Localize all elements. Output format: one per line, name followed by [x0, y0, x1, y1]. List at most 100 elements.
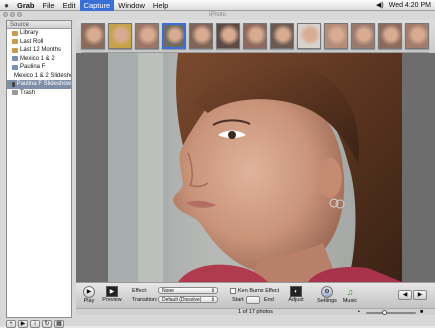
filmstrip-thumbnail[interactable]: [297, 23, 321, 49]
source-item[interactable]: Last 12 Months: [7, 46, 71, 55]
source-item-label: Mexico 1 & 2: [20, 55, 55, 62]
effect-label: Effect:: [132, 288, 148, 294]
music-control[interactable]: ♫ Music: [342, 286, 358, 304]
zoom-slider[interactable]: [366, 310, 416, 315]
zoom-knob[interactable]: [381, 310, 387, 315]
preview-control[interactable]: ▶ Preview: [102, 286, 122, 303]
source-list: Source Library Last Roll Last 12 Months Mex…: [6, 20, 72, 318]
menu-window[interactable]: Window: [114, 0, 149, 11]
previous-arrow-icon[interactable]: ◀: [398, 290, 412, 300]
small-photo-icon: ▪: [358, 309, 360, 315]
transition-label: Transition:: [132, 297, 158, 303]
filmstrip-thumbnail[interactable]: [216, 23, 240, 49]
source-item[interactable]: Library: [7, 29, 71, 38]
close-button[interactable]: [3, 12, 8, 17]
source-item[interactable]: Mexico 1 & 2 Slideshow: [7, 72, 71, 81]
ken-burns-label: Ken Burns Effect: [238, 288, 280, 294]
filmstrip-thumbnail[interactable]: [135, 23, 159, 49]
calendar-button[interactable]: ▦: [54, 320, 64, 328]
menu-bar: ● Grab File Edit Capture Window Help ◀) …: [0, 0, 435, 11]
album-icon: [12, 56, 18, 62]
adjust-icon[interactable]: ◐: [290, 286, 302, 297]
source-item[interactable]: Last Roll: [7, 38, 71, 47]
stage-right: [402, 53, 435, 282]
info-button[interactable]: i: [30, 320, 40, 328]
source-item[interactable]: Trash: [7, 89, 71, 98]
next-arrow-icon[interactable]: ▶: [413, 290, 427, 300]
large-photo-icon: ■: [420, 309, 424, 315]
filmstrip-thumbnail[interactable]: [243, 23, 267, 49]
play-label: Play: [83, 298, 95, 304]
adjust-control[interactable]: ◐ Adjust: [288, 286, 304, 303]
filmstrip-thumbnail[interactable]: [162, 23, 186, 49]
start-end-toggle[interactable]: [246, 296, 260, 304]
menu-help[interactable]: Help: [149, 0, 172, 11]
status-bar: 1 of 17 photos ▪ ■: [76, 308, 435, 315]
source-item-label: Mexico 1 & 2 Slideshow: [14, 72, 71, 79]
menubar-clock[interactable]: Wed 4:20 PM: [389, 2, 431, 9]
ken-burns-checkbox[interactable]: [230, 288, 236, 294]
trash-icon: [12, 90, 18, 96]
play-slideshow-button[interactable]: ▶: [18, 320, 28, 328]
settings-control[interactable]: ⚙ Settings: [316, 286, 338, 304]
filmstrip-thumbnail[interactable]: [108, 23, 132, 49]
menu-edit[interactable]: Edit: [59, 0, 80, 11]
source-item[interactable]: Paulina F: [7, 63, 71, 72]
zoom-button[interactable]: [17, 12, 22, 17]
filmstrip-thumbnail[interactable]: [378, 23, 402, 49]
filmstrip-thumbnail[interactable]: [324, 23, 348, 49]
roll-icon: [12, 39, 18, 45]
end-label: End: [264, 297, 274, 303]
apple-icon[interactable]: ●: [0, 1, 13, 10]
start-label: Start: [232, 297, 244, 303]
stage-left: [76, 53, 108, 282]
window-title-bar: iPhoto: [0, 11, 435, 19]
source-item-label: Last 12 Months: [20, 47, 62, 53]
rotate-button[interactable]: ↻: [42, 320, 52, 328]
chevron-down-icon: ⇕: [210, 297, 215, 303]
gear-icon[interactable]: ⚙: [321, 286, 333, 298]
music-note-icon[interactable]: ♫: [344, 286, 356, 298]
filmstrip-thumbnail[interactable]: [405, 23, 429, 49]
adjust-label: Adjust: [288, 297, 304, 303]
source-item-label: Trash: [20, 89, 36, 96]
settings-label: Settings: [317, 298, 337, 304]
source-item[interactable]: Mexico 1 & 2: [7, 55, 71, 64]
source-list-header: Source: [7, 21, 71, 29]
main-photo[interactable]: [108, 53, 402, 282]
window-title: iPhoto: [208, 12, 226, 18]
filmstrip-thumbnail[interactable]: [270, 23, 294, 49]
source-item[interactable]: Paulina F Slideshow: [7, 80, 71, 89]
navigation-arrows: ◀ ▶: [398, 290, 427, 300]
preview-icon[interactable]: ▶: [106, 286, 118, 297]
preview-label: Preview: [102, 297, 122, 303]
slideshow-controls: ▶ Play ▶ Preview Effect: None ⇕ Transiti…: [76, 282, 435, 308]
menu-app[interactable]: Grab: [13, 0, 39, 11]
play-icon[interactable]: ▶: [83, 286, 95, 298]
window-controls[interactable]: [3, 12, 22, 17]
menu-file[interactable]: File: [39, 0, 59, 11]
transition-select[interactable]: Default (Dissolve) ⇕: [158, 296, 218, 303]
minimize-button[interactable]: [10, 12, 15, 17]
chevron-down-icon: ⇕: [210, 288, 215, 294]
slideshow-icon: [12, 81, 15, 87]
play-control[interactable]: ▶ Play: [81, 286, 97, 304]
source-item-label: Paulina F: [20, 64, 46, 70]
portrait-image: [108, 53, 402, 282]
filmstrip-thumbnail[interactable]: [351, 23, 375, 49]
calendar-icon: [12, 47, 18, 53]
add-album-button[interactable]: +: [6, 320, 16, 328]
filmstrip-thumbnail[interactable]: [189, 23, 213, 49]
source-item-label: Library: [20, 30, 39, 36]
filmstrip-thumbnail[interactable]: [81, 23, 105, 49]
menu-capture[interactable]: Capture: [79, 0, 115, 11]
music-label: Music: [342, 298, 358, 304]
source-item-label: Paulina F Slideshow: [16, 81, 71, 87]
effect-value: None: [162, 288, 174, 294]
album-icon: [12, 64, 18, 70]
source-item-label: Last Roll: [20, 38, 44, 45]
transition-value: Default (Dissolve): [162, 297, 202, 303]
library-icon: [12, 30, 18, 36]
volume-icon[interactable]: ◀): [376, 1, 384, 9]
effect-select[interactable]: None ⇕: [158, 287, 218, 294]
